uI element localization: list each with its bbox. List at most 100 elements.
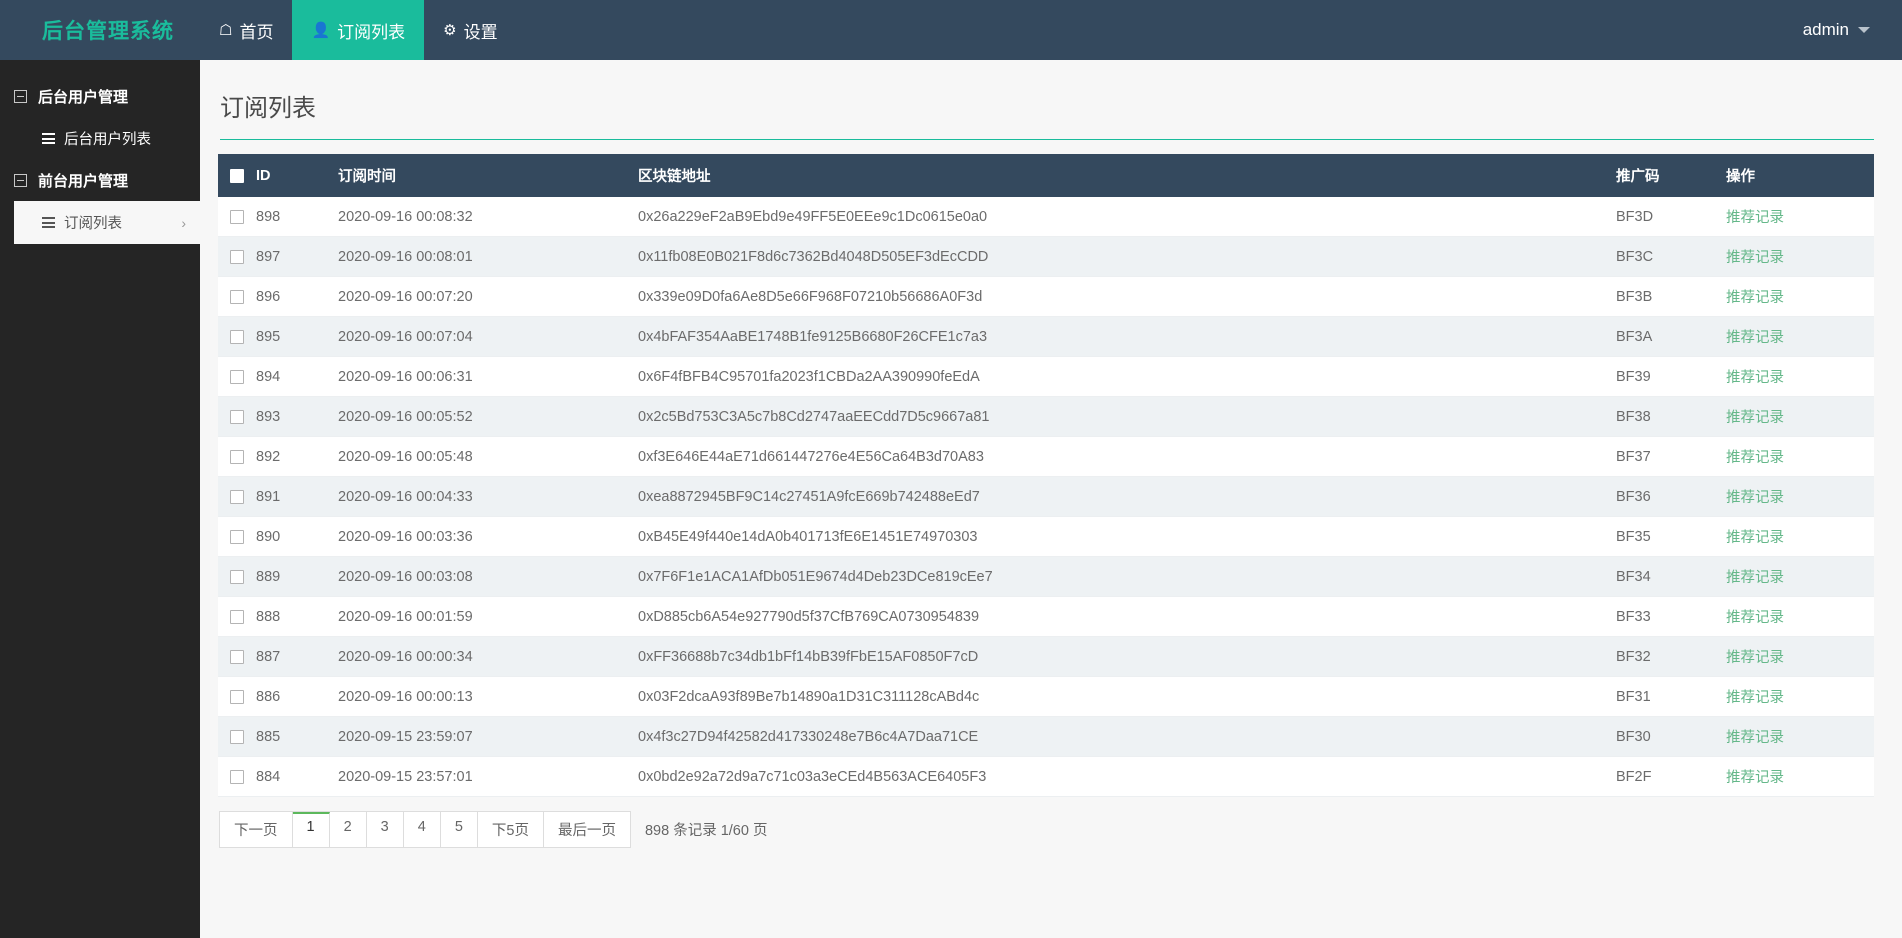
row-checkbox[interactable] — [230, 569, 244, 584]
cell-id: 893 — [244, 396, 326, 437]
pagination-button[interactable]: 下一页 — [220, 812, 293, 847]
referral-records-link[interactable]: 推荐记录 — [1726, 250, 1784, 266]
gear-icon: ⚙ — [443, 21, 457, 39]
cell-id: 888 — [244, 596, 326, 637]
table-header-row: ID 订阅时间 区块链地址 推广码 操作 — [218, 154, 1874, 197]
sidebar-group-frontend-users[interactable]: 前台用户管理 — [0, 160, 200, 201]
row-checkbox[interactable] — [230, 449, 244, 464]
referral-records-link[interactable]: 推荐记录 — [1726, 210, 1784, 226]
cell-operation: 推荐记录 — [1714, 556, 1874, 597]
referral-records-link[interactable]: 推荐记录 — [1726, 650, 1784, 666]
cell-id: 892 — [244, 436, 326, 477]
column-header-operation[interactable]: 操作 — [1714, 154, 1874, 197]
chevron-right-icon: › — [181, 214, 186, 231]
referral-records-link[interactable]: 推荐记录 — [1726, 290, 1784, 306]
cell-operation: 推荐记录 — [1714, 396, 1874, 437]
pagination-info: 898 条记录 1/60 页 — [644, 823, 768, 839]
pagination-button[interactable]: 5 — [440, 812, 478, 847]
referral-records-link[interactable]: 推荐记录 — [1726, 450, 1784, 466]
referral-records-link[interactable]: 推荐记录 — [1726, 410, 1784, 426]
select-all-checkbox[interactable] — [230, 168, 244, 183]
sidebar-item-backend-user-list-label: 后台用户列表 — [64, 132, 151, 148]
referral-records-link[interactable]: 推荐记录 — [1726, 570, 1784, 586]
cell-promo: BF30 — [1604, 716, 1714, 757]
pagination-button[interactable]: 3 — [366, 812, 404, 847]
cell-time: 2020-09-15 23:59:07 — [326, 716, 626, 757]
cell-time: 2020-09-15 23:57:01 — [326, 756, 626, 797]
nav-item-subscriptions-label: 订阅列表 — [337, 22, 406, 42]
cell-time: 2020-09-16 00:08:01 — [326, 236, 626, 277]
row-checkbox[interactable] — [230, 209, 244, 224]
pagination-button[interactable]: 4 — [403, 812, 441, 847]
user-menu-label: admin — [1802, 20, 1849, 39]
cell-promo: BF3B — [1604, 276, 1714, 317]
cell-operation: 推荐记录 — [1714, 636, 1874, 677]
brand-logo[interactable]: 后台管理系统 — [0, 0, 200, 60]
row-checkbox[interactable] — [230, 249, 244, 264]
referral-records-link[interactable]: 推荐记录 — [1726, 490, 1784, 506]
cell-time: 2020-09-16 00:08:32 — [326, 197, 626, 237]
row-checkbox[interactable] — [230, 609, 244, 624]
table-row: 890 2020-09-16 00:03:36 0xB45E49f440e14dA0… — [218, 516, 1874, 557]
cell-time: 2020-09-16 00:00:34 — [326, 636, 626, 677]
column-header-address[interactable]: 区块链地址 — [626, 154, 1604, 197]
pagination-button[interactable]: 2 — [329, 812, 367, 847]
pagination-row: 下一页 1 2 3 4 5 下5页 最后一页 898 条记录 1/60 页 — [218, 811, 1874, 848]
row-checkbox[interactable] — [230, 649, 244, 664]
cell-time: 2020-09-16 00:07:04 — [326, 316, 626, 357]
referral-records-link[interactable]: 推荐记录 — [1726, 770, 1784, 786]
nav-item-home[interactable]: ☖ 首页 — [200, 0, 292, 60]
sidebar-group-backend-users[interactable]: 后台用户管理 — [0, 76, 200, 117]
referral-records-link[interactable]: 推荐记录 — [1726, 690, 1784, 706]
pagination-button[interactable]: 1 — [292, 812, 330, 847]
select-all-header — [218, 154, 244, 197]
nav-item-home-label: 首页 — [239, 22, 274, 42]
referral-records-link[interactable]: 推荐记录 — [1726, 730, 1784, 746]
row-checkbox[interactable] — [230, 329, 244, 344]
pagination-button[interactable]: 下5页 — [477, 812, 544, 847]
user-icon: 👤 — [311, 21, 331, 39]
row-checkbox[interactable] — [230, 289, 244, 304]
cell-address: 0xFF36688b7c34db1bFf14bB39fFbE15AF0850F7… — [626, 636, 1604, 677]
nav-item-settings[interactable]: ⚙ 设置 — [424, 0, 516, 60]
table-row: 889 2020-09-16 00:03:08 0x7F6F1e1ACA1AfDb0… — [218, 556, 1874, 597]
cell-promo: BF34 — [1604, 556, 1714, 597]
cell-time: 2020-09-16 00:00:13 — [326, 676, 626, 717]
row-select-cell — [218, 436, 244, 477]
sidebar-item-subscription-list[interactable]: 订阅列表 › — [14, 201, 200, 244]
column-header-time[interactable]: 订阅时间 — [326, 154, 626, 197]
cell-time: 2020-09-16 00:06:31 — [326, 356, 626, 397]
row-checkbox[interactable] — [230, 489, 244, 504]
sidebar-item-backend-user-list[interactable]: 后台用户列表 — [0, 117, 200, 160]
row-checkbox[interactable] — [230, 409, 244, 424]
table-row: 891 2020-09-16 00:04:33 0xea8872945BF9C14c… — [218, 476, 1874, 517]
table-row: 886 2020-09-16 00:00:13 0x03F2dcaA93f89Be7… — [218, 676, 1874, 717]
nav-item-subscriptions[interactable]: 👤 订阅列表 — [292, 0, 425, 60]
collapse-minus-icon — [14, 174, 27, 187]
referral-records-link[interactable]: 推荐记录 — [1726, 610, 1784, 626]
pagination-button[interactable]: 最后一页 — [543, 812, 630, 847]
cell-operation: 推荐记录 — [1714, 516, 1874, 557]
top-navbar: 后台管理系统 ☖ 首页 👤 订阅列表 ⚙ 设置 admin — [0, 0, 1902, 60]
cell-address: 0xea8872945BF9C14c27451A9fcE669b742488eE… — [626, 476, 1604, 517]
cell-id: 884 — [244, 756, 326, 797]
row-checkbox[interactable] — [230, 529, 244, 544]
cell-operation: 推荐记录 — [1714, 316, 1874, 357]
user-menu[interactable]: admin — [1803, 0, 1902, 60]
referral-records-link[interactable]: 推荐记录 — [1726, 370, 1784, 386]
column-header-promo[interactable]: 推广码 — [1604, 154, 1714, 197]
cell-promo: BF33 — [1604, 596, 1714, 637]
referral-records-link[interactable]: 推荐记录 — [1726, 330, 1784, 346]
row-select-cell — [218, 596, 244, 637]
row-checkbox[interactable] — [230, 769, 244, 784]
list-icon — [42, 133, 55, 144]
cell-address: 0x4f3c27D94f42582d417330248e7B6c4A7Daa71… — [626, 716, 1604, 757]
column-header-id[interactable]: ID — [244, 154, 326, 197]
cell-address: 0x7F6F1e1ACA1AfDb051E9674d4Deb23DCe819cE… — [626, 556, 1604, 597]
referral-records-link[interactable]: 推荐记录 — [1726, 530, 1784, 546]
cell-time: 2020-09-16 00:07:20 — [326, 276, 626, 317]
nav-item-settings-label: 设置 — [463, 22, 498, 42]
row-checkbox[interactable] — [230, 729, 244, 744]
row-checkbox[interactable] — [230, 369, 244, 384]
row-checkbox[interactable] — [230, 689, 244, 704]
